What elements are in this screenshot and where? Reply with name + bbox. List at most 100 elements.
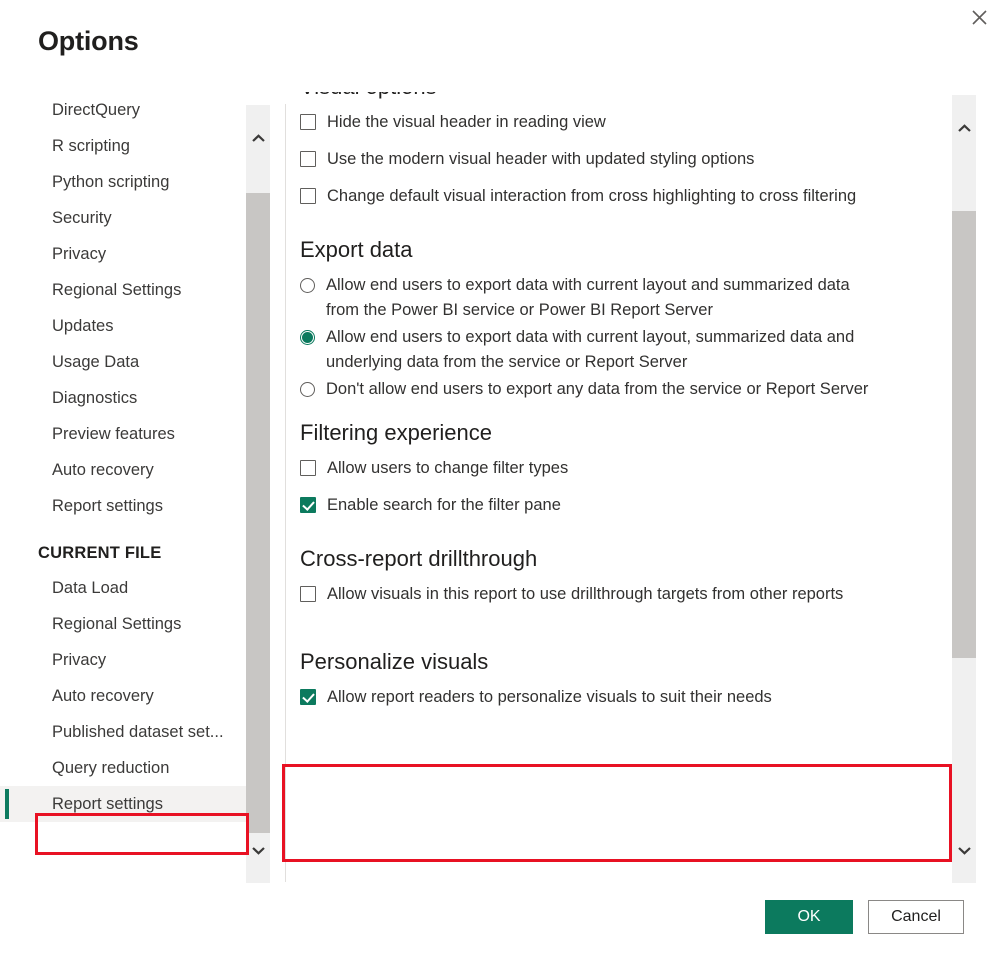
radio-unchecked-icon[interactable] (300, 382, 315, 397)
sidebar-item-label: Security (52, 209, 112, 227)
chevron-down-icon (252, 842, 265, 860)
option-label: Allow visuals in this report to use dril… (316, 582, 843, 607)
chevron-down-icon (958, 842, 971, 860)
sidebar-item-auto-recovery[interactable]: Auto recovery (0, 452, 246, 488)
checkbox-option-change-default-visual-interaction-from-c[interactable]: Change default visual interaction from c… (300, 184, 950, 209)
group-cross-report-drillthrough: Allow visuals in this report to use dril… (300, 582, 950, 607)
sidebar-item-label: Updates (52, 317, 113, 335)
option-label: Allow end users to export data with curr… (315, 325, 880, 375)
sidebar-item-label: Published dataset set... (52, 723, 224, 741)
radio-option-don-t-allow-end-users-to-export-any-data[interactable]: Don't allow end users to export any data… (300, 377, 950, 402)
chevron-up-icon (958, 120, 971, 138)
sidebar-item-report-settings[interactable]: Report settings (0, 488, 246, 524)
sidebar-item-regional-settings[interactable]: Regional Settings (0, 606, 246, 642)
cancel-button[interactable]: Cancel (868, 900, 964, 934)
chevron-up-icon (252, 130, 265, 148)
dialog-footer: OK Cancel (0, 883, 1002, 959)
sidebar-item-label: Auto recovery (52, 461, 154, 479)
sidebar-item-report-settings[interactable]: Report settings (0, 786, 246, 822)
group-personalize-visuals: Allow report readers to personalize visu… (300, 685, 950, 710)
ok-button[interactable]: OK (765, 900, 853, 934)
sidebar-item-published-dataset-set[interactable]: Published dataset set... (0, 714, 246, 750)
sidebar-item-label: Report settings (52, 497, 163, 515)
sidebar-item-diagnostics[interactable]: Diagnostics (0, 380, 246, 416)
radio-checked-icon[interactable] (300, 330, 315, 345)
checkbox-option-use-the-modern-visual-header-with-update[interactable]: Use the modern visual header with update… (300, 147, 950, 172)
sidebar-global-list: DirectQuery R scripting Python scripting Se… (0, 92, 246, 524)
sidebar-item-label: Usage Data (52, 353, 139, 371)
sidebar-item-python-scripting[interactable]: Python scripting (0, 164, 246, 200)
option-label: Change default visual interaction from c… (316, 184, 856, 209)
heading-personalize-visuals: Personalize visuals (300, 633, 950, 675)
content-scroll-thumb[interactable] (952, 211, 976, 658)
checkbox-unchecked-icon[interactable] (300, 188, 316, 204)
sidebar-item-directquery[interactable]: DirectQuery (0, 92, 246, 128)
sidebar-item-usage-data[interactable]: Usage Data (0, 344, 246, 380)
sidebar-item-security[interactable]: Security (0, 200, 246, 236)
sidebar-item-label: Report settings (52, 795, 163, 813)
heading-cross-report-drillthrough: Cross-report drillthrough (300, 530, 950, 572)
heading-export-data: Export data (300, 221, 950, 263)
sidebar-item-r-scripting[interactable]: R scripting (0, 128, 246, 164)
option-label: Don't allow end users to export any data… (315, 377, 868, 402)
sidebar-item-label: Privacy (52, 245, 106, 263)
sidebar-scroll-thumb[interactable] (246, 193, 270, 833)
checkbox-option-allow-users-to-change-filter-types[interactable]: Allow users to change filter types (300, 456, 950, 481)
checkbox-unchecked-icon[interactable] (300, 586, 316, 602)
sidebar-item-updates[interactable]: Updates (0, 308, 246, 344)
sidebar-section-header: CURRENT FILE (0, 524, 246, 570)
option-label: Allow end users to export data with curr… (315, 273, 880, 323)
checkbox-unchecked-icon[interactable] (300, 460, 316, 476)
checkbox-unchecked-icon[interactable] (300, 151, 316, 167)
sidebar-item-label: Regional Settings (52, 281, 181, 299)
sidebar-item-label: Diagnostics (52, 389, 137, 407)
checkbox-option-allow-visuals-in-this-report-to-use-dril[interactable]: Allow visuals in this report to use dril… (300, 582, 950, 607)
sidebar-item-privacy[interactable]: Privacy (0, 236, 246, 272)
option-label: Enable search for the filter pane (316, 493, 561, 518)
close-button[interactable] (956, 0, 1002, 34)
radio-option-allow-end-users-to-export-data-with-curr[interactable]: Allow end users to export data with curr… (300, 273, 950, 323)
sidebar-item-regional-settings[interactable]: Regional Settings (0, 272, 246, 308)
sidebar-scroll-down-button[interactable] (246, 839, 270, 863)
option-label: Allow report readers to personalize visu… (316, 685, 772, 710)
group-filtering-experience: Allow users to change filter types Enable… (300, 456, 950, 518)
sidebar-item-privacy[interactable]: Privacy (0, 642, 246, 678)
checkbox-option-hide-the-visual-header-in-reading-view[interactable]: Hide the visual header in reading view (300, 110, 950, 135)
radio-option-allow-end-users-to-export-data-with-curr[interactable]: Allow end users to export data with curr… (300, 325, 950, 375)
sidebar-item-label: Auto recovery (52, 687, 154, 705)
checkbox-option-allow-report-readers-to-personalize-visu[interactable]: Allow report readers to personalize visu… (300, 685, 950, 710)
radio-unchecked-icon[interactable] (300, 278, 315, 293)
sidebar-item-label: Preview features (52, 425, 175, 443)
checkbox-checked-icon[interactable] (300, 497, 316, 513)
heading-visual-options: Visual options (300, 92, 950, 100)
group-visual-options: Hide the visual header in reading view Us… (300, 110, 950, 209)
checkbox-unchecked-icon[interactable] (300, 114, 316, 130)
option-label: Allow users to change filter types (316, 456, 568, 481)
content-scroll-up-button[interactable] (952, 117, 976, 141)
sidebar-item-auto-recovery[interactable]: Auto recovery (0, 678, 246, 714)
content-scrollbar[interactable] (952, 95, 976, 885)
sidebar-item-preview-features[interactable]: Preview features (0, 416, 246, 452)
sidebar-item-label: Query reduction (52, 759, 169, 777)
sidebar-item-label: Python scripting (52, 173, 169, 191)
sidebar-item-data-load[interactable]: Data Load (0, 570, 246, 606)
sidebar-scroll-up-button[interactable] (246, 127, 270, 151)
checkbox-checked-icon[interactable] (300, 689, 316, 705)
options-dialog: Options DirectQuery R scripting Python scr… (0, 0, 1002, 959)
page-title: Options (38, 26, 139, 57)
option-label: Use the modern visual header with update… (316, 147, 754, 172)
sidebar: DirectQuery R scripting Python scripting Se… (0, 92, 246, 882)
sidebar-current-file-list: Data Load Regional Settings Privacy Auto re… (0, 570, 246, 822)
content-scroll-down-button[interactable] (952, 839, 976, 863)
sidebar-item-label: Regional Settings (52, 615, 181, 633)
sidebar-item-label: R scripting (52, 137, 130, 155)
sidebar-scrollbar[interactable] (246, 105, 270, 885)
sidebar-item-label: Privacy (52, 651, 106, 669)
option-label: Hide the visual header in reading view (316, 110, 606, 135)
settings-content: Visual options Hide the visual header in… (300, 92, 950, 882)
group-export-data: Allow end users to export data with curr… (300, 273, 950, 402)
sidebar-item-query-reduction[interactable]: Query reduction (0, 750, 246, 786)
sidebar-item-label: Data Load (52, 579, 128, 597)
checkbox-option-enable-search-for-the-filter-pane[interactable]: Enable search for the filter pane (300, 493, 950, 518)
close-icon (972, 10, 987, 25)
